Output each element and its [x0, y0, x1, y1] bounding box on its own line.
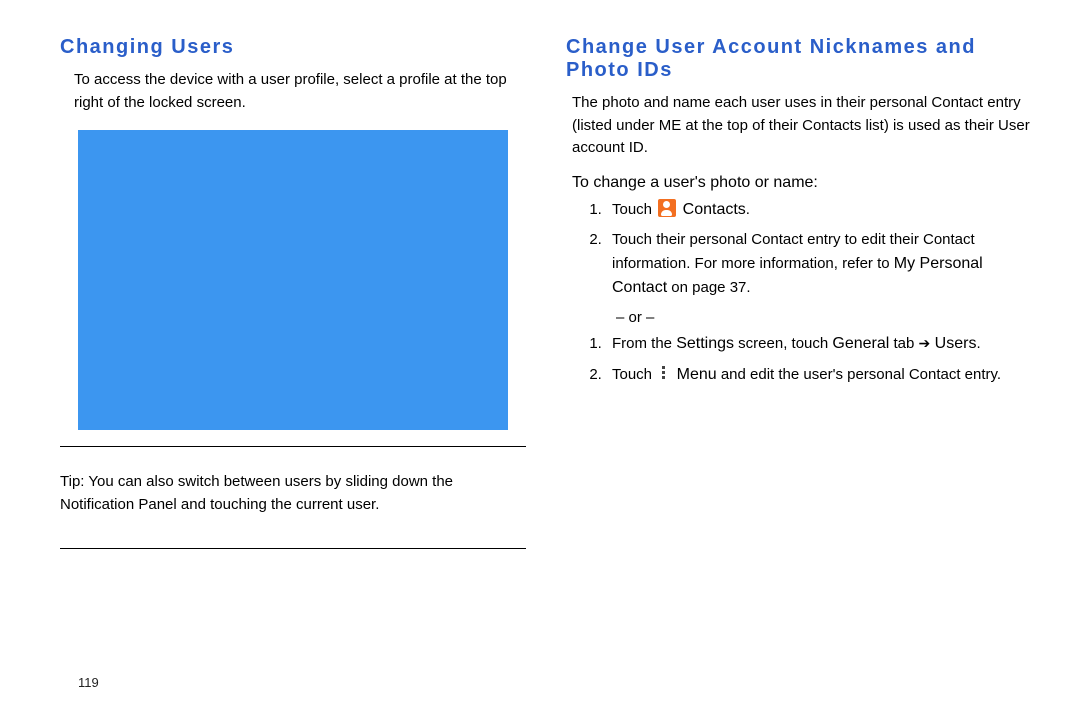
step-4: Touch Menu and edit the user's personal …	[606, 363, 1032, 388]
step3-g: .	[976, 335, 980, 352]
tip-body: You can also switch between users by sli…	[60, 473, 453, 513]
step-2: Touch their personal Contact entry to ed…	[606, 228, 1032, 301]
step1-a: Touch	[612, 201, 656, 218]
step3-b: Settings	[676, 335, 734, 352]
arrow-icon: ➔	[919, 335, 931, 351]
step4-b: Menu	[672, 366, 716, 383]
right-column: Change User Account Nicknames and Photo …	[566, 36, 1032, 700]
step3-c: screen, touch	[734, 335, 832, 352]
contacts-icon	[658, 199, 676, 217]
menu-icon	[658, 365, 670, 381]
left-column: Changing Users To access the device with…	[60, 36, 526, 700]
intro-left: To access the device with a user profile…	[60, 69, 526, 114]
step-3: From the Settings screen, touch General …	[606, 332, 1032, 357]
step4-a: Touch	[612, 366, 656, 383]
step-1: Touch Contacts.	[606, 198, 1032, 223]
page-number: 119	[78, 675, 99, 690]
step3-f: Users	[930, 335, 976, 352]
step1-c: .	[746, 201, 750, 218]
or-separator: – or –	[616, 309, 1032, 326]
step1-b: Contacts	[678, 201, 746, 218]
intro-right: The photo and name each user uses in the…	[566, 92, 1032, 160]
tip-label: Tip:	[60, 473, 84, 490]
step4-c: and edit the user's personal Contact ent…	[717, 366, 1001, 383]
screenshot-placeholder	[78, 130, 508, 430]
tip-text: Tip: You can also switch between users b…	[60, 470, 526, 517]
step3-e: tab	[889, 335, 918, 352]
step3-a: From the	[612, 335, 676, 352]
step3-d: General	[832, 335, 889, 352]
steps-second: From the Settings screen, touch General …	[566, 332, 1032, 394]
divider-top	[60, 446, 526, 447]
divider-bottom	[60, 548, 526, 549]
step2-c: on page 37.	[667, 279, 750, 296]
subhead: To change a user's photo or name:	[566, 174, 1032, 192]
heading-changing-users: Changing Users	[60, 36, 526, 59]
steps-first: Touch Contacts. Touch their personal Con…	[566, 198, 1032, 308]
heading-change-account: Change User Account Nicknames and Photo …	[566, 36, 1032, 82]
manual-page: Changing Users To access the device with…	[0, 0, 1080, 720]
